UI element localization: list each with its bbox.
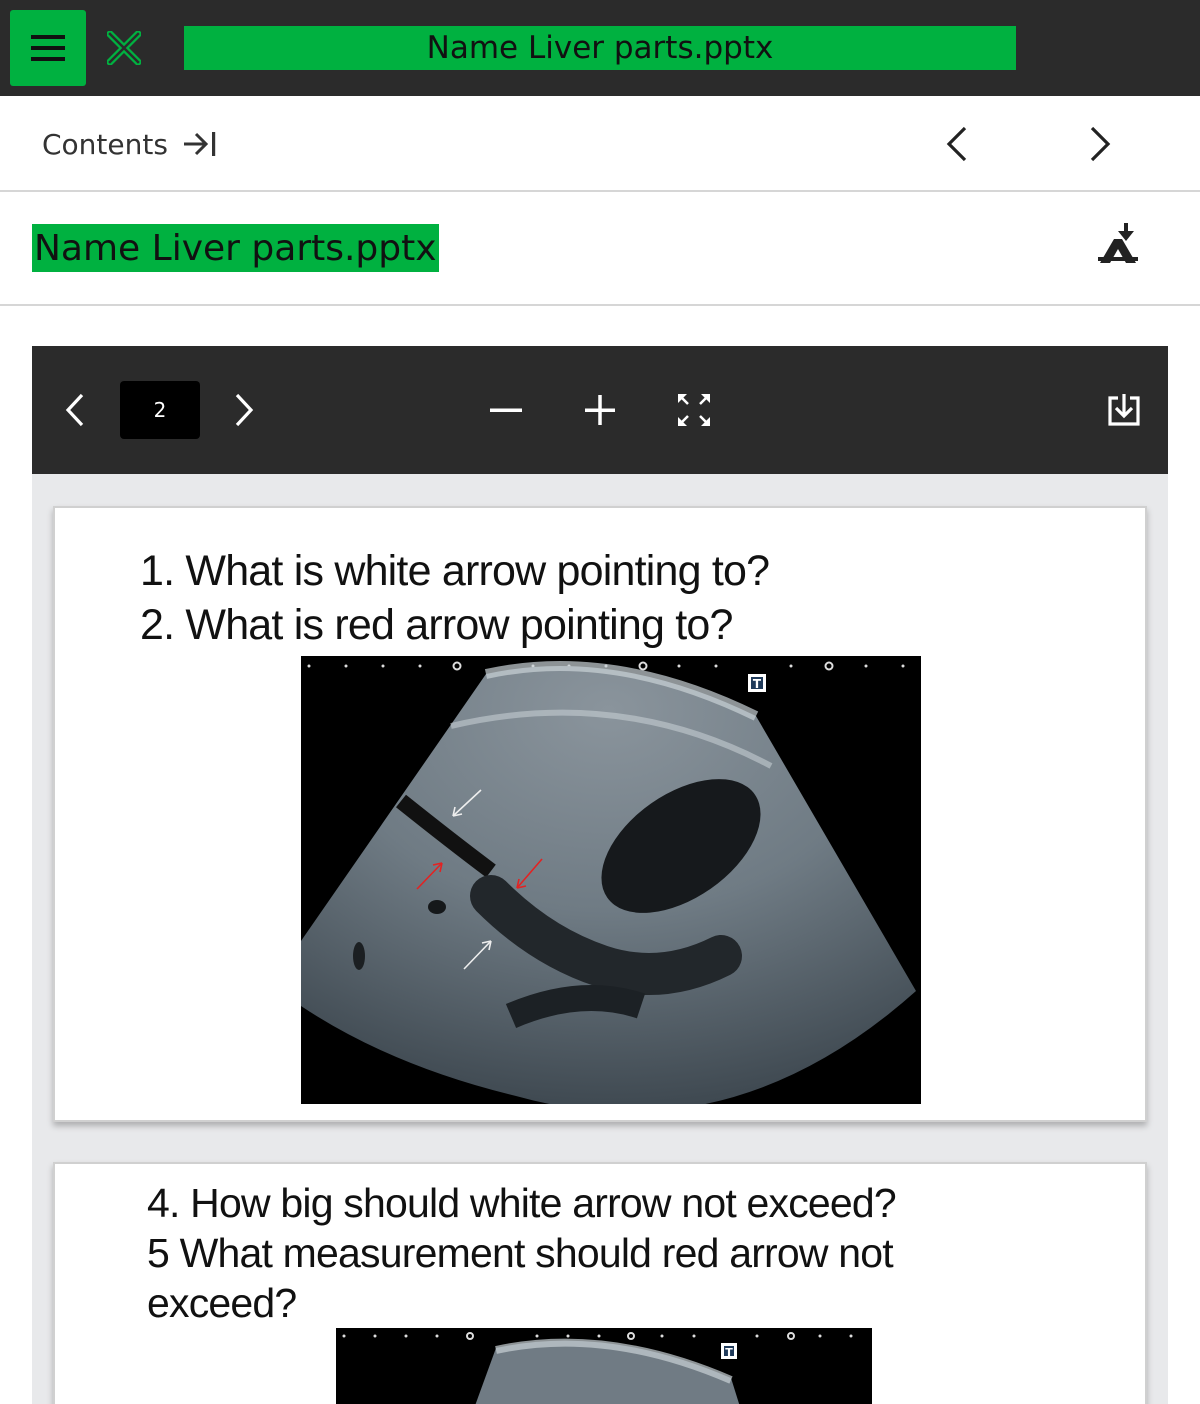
zoom-in-button[interactable]	[576, 386, 624, 434]
expand-right-icon	[183, 132, 216, 156]
slide: 1. What is white arrow pointing to? 2. W…	[53, 506, 1147, 1122]
ultrasound-image: T	[336, 1328, 872, 1404]
ultrasound-image: T	[301, 656, 921, 1104]
fullscreen-icon	[678, 394, 710, 426]
slide-text-line: 2. What is red arrow pointing to?	[140, 601, 733, 649]
previous-item-button[interactable]	[935, 122, 979, 166]
contents-toolbar: Contents	[0, 96, 1200, 192]
menu-button[interactable]	[10, 10, 86, 86]
document-title: Name Liver parts.pptx	[32, 224, 439, 272]
accessibility-button[interactable]	[1090, 218, 1146, 268]
plus-icon	[585, 395, 615, 425]
app-header: Name Liver parts.pptx	[0, 0, 1200, 96]
slide-text-line: 5 What measurement should red arrow not	[147, 1230, 894, 1276]
slide-question-text: 4. How big should white arrow not exceed…	[147, 1178, 897, 1328]
slide-question-text: 1. What is white arrow pointing to? 2. W…	[140, 544, 770, 652]
slide: 4. How big should white arrow not exceed…	[53, 1162, 1147, 1404]
chevron-right-icon	[1090, 126, 1111, 162]
hamburger-icon	[31, 35, 65, 61]
download-button[interactable]	[1100, 386, 1148, 434]
document-viewer: 1. What is white arrow pointing to? 2. W…	[32, 346, 1168, 1404]
zoom-out-button[interactable]	[482, 386, 530, 434]
close-x-icon	[107, 31, 141, 65]
page-number-input[interactable]	[120, 381, 200, 439]
slide-text-line: 1. What is white arrow pointing to?	[140, 547, 770, 595]
image-marker-label: T	[725, 1346, 733, 1359]
viewer-toolbar	[32, 346, 1168, 474]
minus-icon	[490, 408, 522, 412]
chevron-right-icon	[235, 393, 254, 427]
previous-page-button[interactable]	[51, 386, 99, 434]
contents-label: Contents	[42, 127, 168, 161]
slide-text-line: 4. How big should white arrow not exceed…	[147, 1180, 897, 1226]
accessibility-icon	[1098, 223, 1138, 263]
image-marker-label: T	[753, 677, 762, 691]
chevron-left-icon	[946, 126, 967, 162]
contents-button[interactable]: Contents	[42, 124, 218, 164]
slide-text-line: exceed?	[147, 1280, 297, 1326]
chevron-left-icon	[65, 393, 84, 427]
next-page-button[interactable]	[220, 386, 268, 434]
download-icon	[1108, 394, 1140, 426]
fullscreen-button[interactable]	[670, 386, 718, 434]
document-header: Name Liver parts.pptx	[0, 192, 1200, 306]
close-button[interactable]	[100, 22, 148, 74]
next-item-button[interactable]	[1078, 122, 1122, 166]
app-title: Name Liver parts.pptx	[184, 26, 1016, 70]
